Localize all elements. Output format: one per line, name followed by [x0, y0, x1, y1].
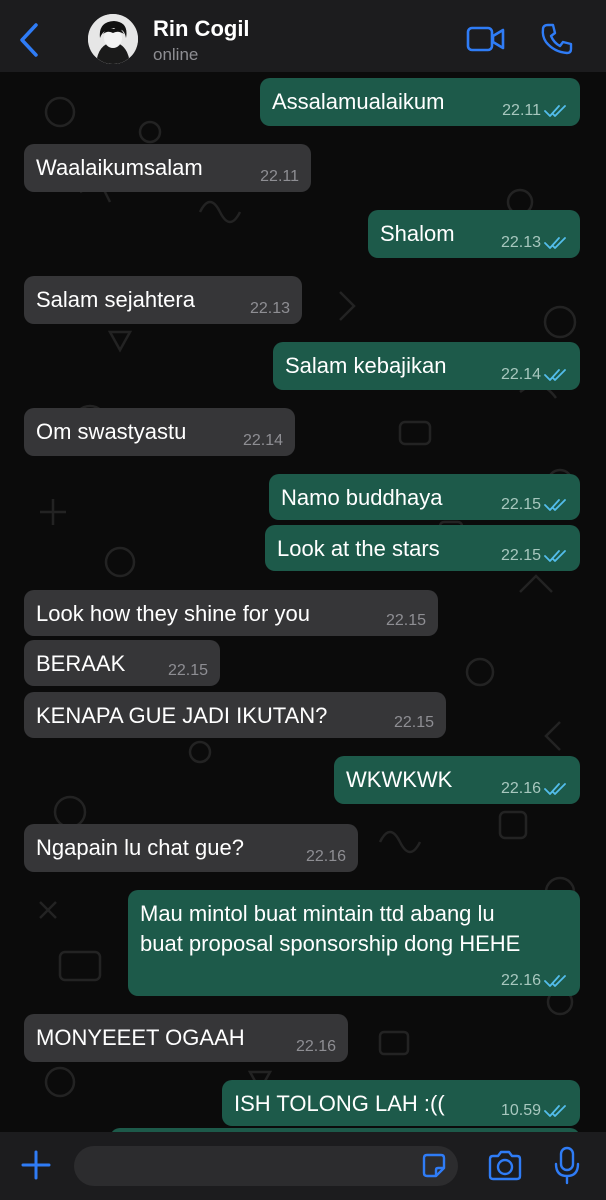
message-bubble-incoming[interactable]: Om swastyastu 22.14 [24, 408, 295, 456]
contact-status: online [153, 45, 199, 64]
message-time: 22.16 [305, 848, 346, 865]
message-time: 22.16 [500, 780, 541, 797]
message-time: 22.13 [500, 234, 541, 251]
message-text: ISH TOLONG LAH :(( [234, 1091, 445, 1116]
composer-bar [0, 1132, 606, 1200]
message-text: Om swastyastu [36, 419, 187, 444]
chat-header: Rin Cogil online [0, 0, 606, 72]
message-bubble-incoming[interactable]: KENAPA GUE JADI IKUTAN? 22.15 [24, 692, 446, 738]
sticker-icon[interactable] [420, 1152, 448, 1180]
message-text-line: buat proposal sponsorship dong HEHE [140, 931, 521, 956]
contact-name[interactable]: Rin Cogil [153, 16, 250, 42]
message-time: 22.13 [249, 300, 290, 317]
double-check-icon [544, 499, 566, 511]
video-call-icon[interactable] [466, 24, 506, 54]
double-check-icon [544, 105, 566, 117]
message-bubble-incoming[interactable]: Ngapain lu chat gue? 22.16 [24, 824, 358, 872]
message-bubble-outgoing[interactable]: Look at the stars 22.15 [265, 525, 580, 571]
message-bubble-outgoing[interactable]: Shalom 22.13 [368, 210, 580, 258]
message-bubble-incoming[interactable]: Waalaikumsalam 22.11 [24, 144, 311, 192]
message-text: Assalamualaikum [272, 89, 445, 114]
double-check-icon [544, 783, 566, 795]
message-time: 10.59 [500, 1102, 541, 1119]
message-time: 22.15 [167, 662, 208, 679]
plus-icon[interactable] [18, 1147, 54, 1183]
message-bubble-incoming[interactable]: BERAAK 22.15 [24, 640, 220, 686]
phone-icon[interactable] [540, 22, 574, 56]
double-check-icon [544, 1105, 566, 1117]
message-bubble-outgoing[interactable]: Assalamualaikum 22.11 [260, 78, 580, 126]
message-time: 22.14 [500, 366, 541, 383]
message-time: 22.15 [393, 714, 434, 731]
message-bubble-outgoing[interactable]: WKWKWK 22.16 [334, 756, 580, 804]
message-time: 22.11 [260, 168, 299, 185]
double-check-icon [544, 369, 566, 381]
avatar[interactable] [88, 14, 138, 64]
double-check-icon [544, 237, 566, 249]
message-bubble-incoming[interactable]: Look how they shine for you 22.15 [24, 590, 438, 636]
message-bubble-outgoing[interactable]: Mau mintol buat mintain ttd abang lu bua… [128, 890, 580, 996]
message-text: Shalom [380, 221, 455, 246]
message-text: Namo buddhaya [281, 485, 443, 510]
message-bubble-outgoing[interactable]: Salam kebajikan 22.14 [273, 342, 580, 390]
message-time: 22.11 [502, 102, 541, 119]
message-text: Waalaikumsalam [36, 155, 203, 180]
microphone-icon[interactable] [552, 1146, 582, 1186]
message-text: MONYEEET OGAAH [36, 1025, 245, 1050]
chevron-left-icon[interactable] [14, 22, 44, 58]
message-time: 22.15 [385, 612, 426, 629]
message-input[interactable] [74, 1146, 458, 1186]
message-bubble-outgoing[interactable]: ISH TOLONG LAH :(( 10.59 [222, 1080, 580, 1126]
message-time: 22.15 [500, 496, 541, 513]
message-time: 22.15 [500, 547, 541, 564]
message-text: Ngapain lu chat gue? [36, 835, 244, 860]
camera-icon[interactable] [486, 1150, 524, 1182]
message-text: KENAPA GUE JADI IKUTAN? [36, 703, 328, 728]
message-bubble-incoming[interactable]: MONYEEET OGAAH 22.16 [24, 1014, 348, 1062]
message-time: 22.16 [295, 1038, 336, 1055]
message-bubble-outgoing[interactable]: Namo buddhaya 22.15 [269, 474, 580, 520]
message-text: Salam sejahtera [36, 287, 195, 312]
double-check-icon [544, 550, 566, 562]
message-time: 22.16 [500, 972, 541, 989]
message-bubble-incoming[interactable]: Salam sejahtera 22.13 [24, 276, 302, 324]
message-time: 22.14 [242, 432, 283, 449]
message-text: BERAAK [36, 651, 126, 676]
double-check-icon [544, 975, 566, 987]
message-text: Salam kebajikan [285, 353, 447, 378]
message-text: Look at the stars [277, 536, 440, 561]
message-text: Look how they shine for you [36, 601, 310, 626]
message-text-line: Mau mintol buat mintain ttd abang lu [140, 901, 495, 926]
message-text: WKWKWK [346, 767, 453, 792]
chat-area[interactable]: Assalamualaikum 22.11 Waalaikumsalam 22.… [0, 72, 606, 1132]
